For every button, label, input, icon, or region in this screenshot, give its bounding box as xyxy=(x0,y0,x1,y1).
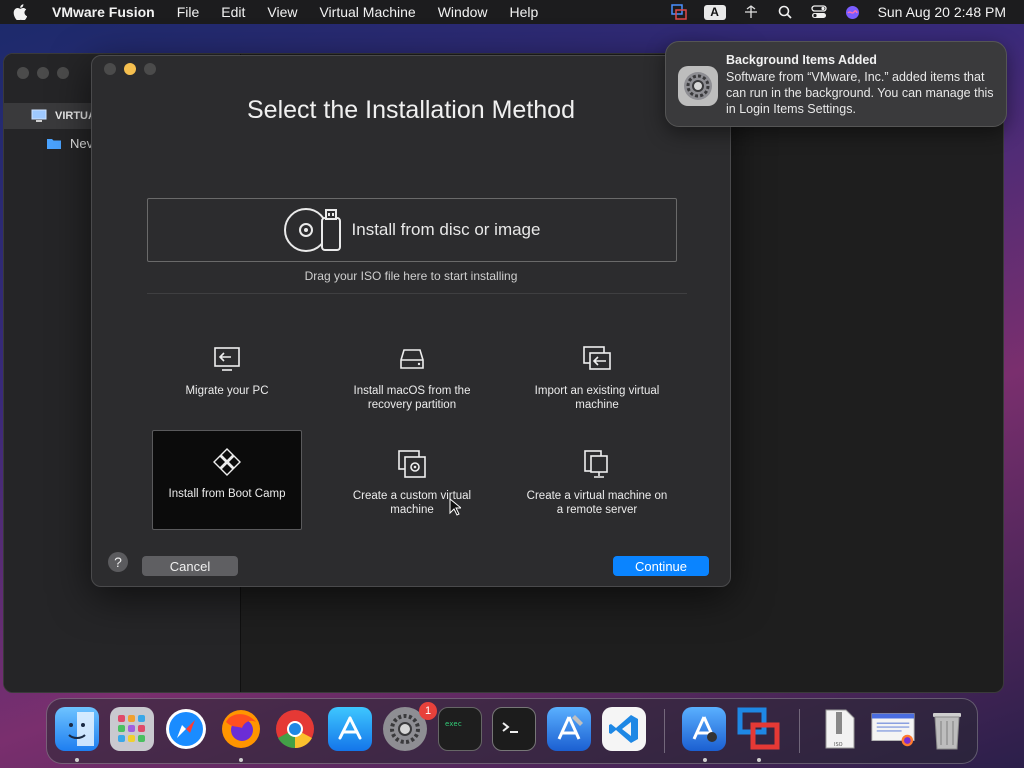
remote-server-icon xyxy=(580,447,614,481)
notification-title: Background Items Added xyxy=(726,53,877,67)
notification-badge: 1 xyxy=(419,702,437,720)
close-button[interactable] xyxy=(17,67,29,79)
input-source-icon[interactable]: A xyxy=(703,4,726,20)
hard-drive-icon xyxy=(395,342,429,376)
disc-option-label: Install from disc or image xyxy=(351,220,541,239)
menu-help[interactable]: Help xyxy=(499,0,550,24)
cancel-button[interactable]: Cancel xyxy=(142,556,238,576)
minimize-button[interactable] xyxy=(37,67,49,79)
running-indicator xyxy=(75,758,79,762)
boot-camp-icon xyxy=(210,445,244,479)
sidebar-item-folder[interactable]: Nev xyxy=(4,130,93,156)
option-create-custom-vm[interactable]: Create a custom virtual machine xyxy=(337,447,487,547)
siri-icon[interactable] xyxy=(844,3,862,21)
menu-edit[interactable]: Edit xyxy=(210,0,256,24)
option-import-existing-vm[interactable]: Import an existing virtual machine xyxy=(522,342,672,442)
finder-icon[interactable] xyxy=(55,707,99,751)
running-indicator xyxy=(239,758,243,762)
option-label: Install from Boot Camp xyxy=(168,488,286,500)
chrome-icon[interactable] xyxy=(273,707,317,751)
vscode-icon[interactable] xyxy=(602,707,646,751)
option-remote-server-vm[interactable]: Create a virtual machine on a remote ser… xyxy=(522,447,672,547)
new-vm-assistant: Select the Installation Method Install f… xyxy=(91,55,731,587)
svg-text:ISO: ISO xyxy=(834,742,843,748)
drag-hint: Drag your ISO file here to start install… xyxy=(304,269,518,283)
option-label: Create a virtual machine on a remote ser… xyxy=(526,490,668,516)
mouse-pointer-icon xyxy=(449,497,463,521)
monitor-icon xyxy=(31,109,47,122)
search-icon[interactable] xyxy=(776,3,794,21)
running-indicator xyxy=(757,758,761,762)
zoom-button[interactable] xyxy=(57,67,69,79)
install-from-disc-button[interactable]: Install from disc or image xyxy=(147,198,677,262)
xcode-icon[interactable] xyxy=(547,707,591,751)
archive-icon[interactable]: ISO xyxy=(817,707,861,751)
option-label: Install macOS from the recovery partitio… xyxy=(353,385,471,411)
menu-window[interactable]: Window xyxy=(427,0,499,24)
vmware-fusion-icon[interactable] xyxy=(737,707,781,751)
import-vm-icon xyxy=(580,342,614,376)
folder-icon xyxy=(47,138,61,149)
option-install-macos-recovery[interactable]: Install macOS from the recovery partitio… xyxy=(337,342,487,442)
app-store-icon[interactable] xyxy=(328,707,372,751)
menu-bar-clock[interactable]: Sun Aug 20 2:48 PM xyxy=(878,4,1006,20)
option-install-boot-camp[interactable]: Install from Boot Camp xyxy=(152,430,302,530)
network-icon[interactable] xyxy=(742,3,760,21)
notification-body: Software from “VMware, Inc.” added items… xyxy=(726,70,994,116)
option-label: Import an existing virtual machine xyxy=(534,385,660,411)
disc-usb-icon xyxy=(283,208,341,252)
menu-bar: VMware Fusion File Edit View Virtual Mac… xyxy=(0,0,1024,24)
launchpad-icon[interactable] xyxy=(110,707,154,751)
instruments-icon[interactable] xyxy=(682,707,726,751)
control-center-icon[interactable] xyxy=(810,3,828,21)
sidebar-item-label: Nev xyxy=(70,135,94,151)
apple-menu-icon[interactable] xyxy=(0,0,40,24)
migrate-pc-icon xyxy=(210,342,244,376)
svg-text:exec: exec xyxy=(445,720,462,728)
screen-share-icon[interactable] xyxy=(670,3,688,21)
terminal-icon[interactable] xyxy=(492,707,536,751)
safari-icon[interactable] xyxy=(164,707,208,751)
console-icon[interactable]: exec xyxy=(438,707,482,751)
option-label: Migrate your PC xyxy=(185,385,269,397)
help-button[interactable]: ? xyxy=(108,552,128,572)
close-button[interactable] xyxy=(104,63,116,75)
sidebar-item-label: VIRTUA xyxy=(55,110,96,122)
preview-icon[interactable] xyxy=(871,707,915,751)
running-indicator xyxy=(703,758,707,762)
app-menu[interactable]: VMware Fusion xyxy=(40,0,166,24)
continue-button[interactable]: Continue xyxy=(613,556,709,576)
zoom-button[interactable] xyxy=(144,63,156,75)
option-label: Create a custom virtual machine xyxy=(352,490,472,516)
dock: 1 exec ISO xyxy=(46,698,978,764)
trash-icon[interactable] xyxy=(925,707,969,751)
menu-virtual-machine[interactable]: Virtual Machine xyxy=(308,0,426,24)
menu-view[interactable]: View xyxy=(256,0,308,24)
firefox-icon[interactable] xyxy=(219,707,263,751)
custom-vm-gear-icon xyxy=(395,447,429,481)
system-settings-gear-icon xyxy=(678,66,718,106)
dock-separator xyxy=(799,709,800,753)
assistant-window-controls xyxy=(104,63,156,75)
divider xyxy=(147,293,687,294)
menu-file[interactable]: File xyxy=(166,0,211,24)
library-window-controls xyxy=(17,67,69,79)
dock-separator xyxy=(664,709,665,753)
background-items-notification[interactable]: Background Items Added Software from “VM… xyxy=(665,41,1007,127)
minimize-button[interactable] xyxy=(124,63,136,75)
page-title: Select the Installation Method xyxy=(247,96,575,124)
option-migrate-pc[interactable]: Migrate your PC xyxy=(152,342,302,442)
